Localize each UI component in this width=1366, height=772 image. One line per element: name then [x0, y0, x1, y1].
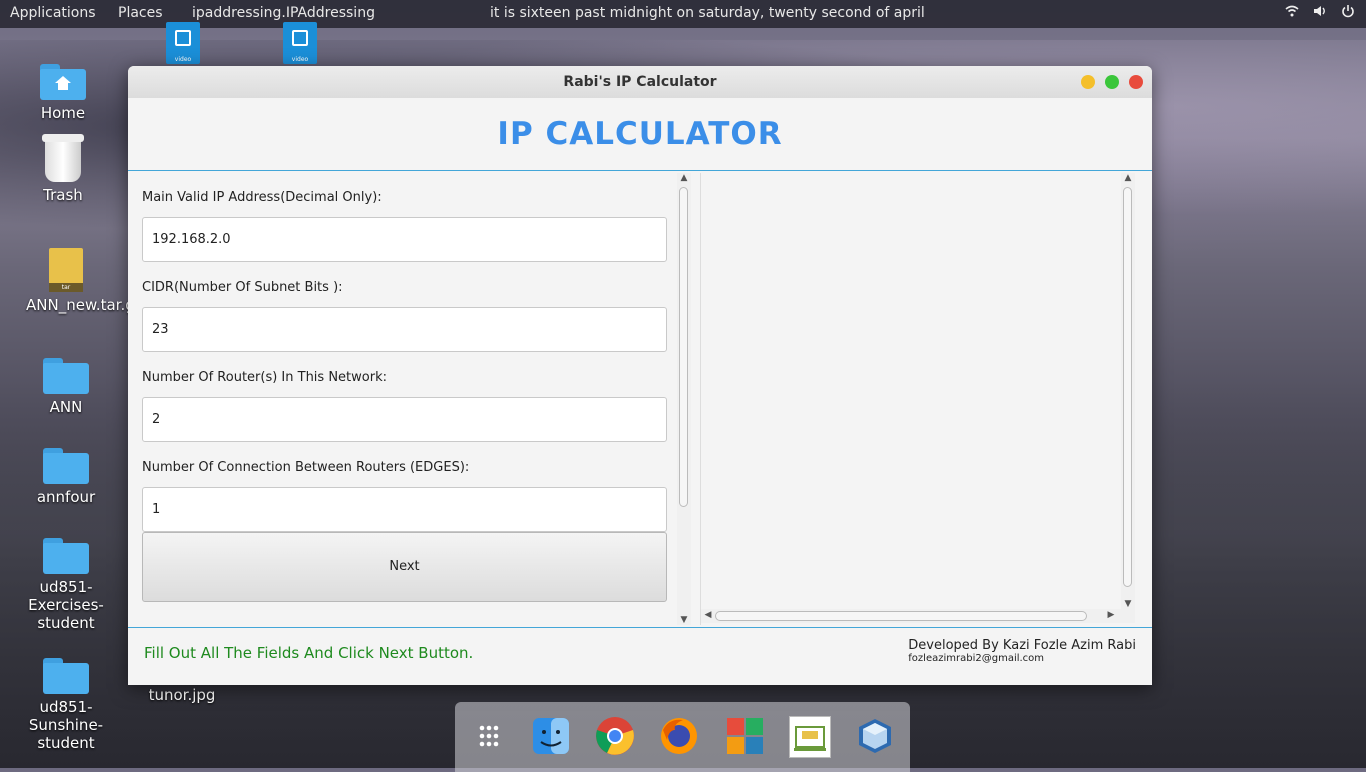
- scrollbar-thumb[interactable]: [679, 187, 688, 507]
- scrollbar-thumb[interactable]: [715, 611, 1087, 621]
- chrome-icon[interactable]: [595, 716, 635, 756]
- clock[interactable]: it is sixteen past midnight on saturday,…: [490, 5, 925, 21]
- status-message: Fill Out All The Fields And Click Next B…: [144, 644, 474, 662]
- desktop-folder-label: ud851-Sunshine-student: [28, 698, 104, 752]
- desktop-home[interactable]: Home: [23, 64, 103, 122]
- minimize-button[interactable]: [1081, 75, 1095, 89]
- active-app-menu[interactable]: ipaddressing.IPAddressing: [192, 5, 375, 21]
- desktop-folder-label: ANN: [49, 398, 83, 416]
- ip-label: Main Valid IP Address(Decimal Only):: [142, 190, 382, 205]
- desktop-folder-ud851-sunshine[interactable]: ud851-Sunshine-student: [26, 658, 106, 752]
- scroll-down-icon[interactable]: ▼: [1121, 599, 1135, 609]
- window-title: Rabi's IP Calculator: [563, 74, 717, 90]
- desktop-folder-ud851-exercises[interactable]: ud851-Exercises-student: [26, 538, 106, 632]
- maximize-button[interactable]: [1105, 75, 1119, 89]
- desktop-tar-label: ANN_new.tar.gz: [26, 296, 143, 314]
- edges-label: Number Of Connection Between Routers (ED…: [142, 460, 470, 475]
- scroll-up-icon[interactable]: ▲: [677, 173, 691, 183]
- desktop-file-tunor[interactable]: tunor.jpg: [142, 686, 222, 704]
- left-vertical-scrollbar[interactable]: ▲ ▼: [677, 173, 691, 625]
- cidr-label: CIDR(Number Of Subnet Bits ):: [142, 280, 343, 295]
- archive-icon: [49, 248, 83, 292]
- routers-input[interactable]: 2: [142, 397, 667, 442]
- virtualbox-icon[interactable]: [855, 716, 895, 756]
- scroll-left-icon[interactable]: ◀: [701, 610, 715, 620]
- developer-email: fozleazimrabi2@gmail.com: [908, 653, 1045, 664]
- places-menu[interactable]: Places: [118, 5, 163, 21]
- desktop-tar-file[interactable]: ANN_new.tar.gz: [26, 248, 143, 314]
- folder-icon: [43, 658, 89, 694]
- right-vertical-scrollbar[interactable]: ▲ ▼: [1121, 173, 1135, 609]
- close-button[interactable]: [1129, 75, 1143, 89]
- scroll-right-icon[interactable]: ▶: [1104, 610, 1118, 620]
- desktop-folder-label: annfour: [36, 488, 96, 506]
- desktop-home-label: Home: [40, 104, 86, 122]
- scrollbar-thumb[interactable]: [1123, 187, 1132, 587]
- folder-icon: [43, 448, 89, 484]
- desktop-trash[interactable]: Trash: [23, 134, 103, 204]
- folder-icon: [43, 538, 89, 574]
- folder-icon: [43, 358, 89, 394]
- input-form-pane: Main Valid IP Address(Decimal Only): 192…: [129, 173, 693, 625]
- scroll-up-icon[interactable]: ▲: [1121, 173, 1135, 183]
- routers-label: Number Of Router(s) In This Network:: [142, 370, 387, 385]
- result-pane: ▲ ▼ ◀ ▶: [700, 173, 1149, 625]
- desktop-folder-annfour[interactable]: annfour: [26, 448, 106, 506]
- scroll-down-icon[interactable]: ▼: [677, 615, 691, 625]
- cidr-input[interactable]: 23: [142, 307, 667, 352]
- wifi-icon[interactable]: [1284, 4, 1300, 20]
- desktop-trash-label: Trash: [43, 186, 83, 204]
- rabis-calculator-icon[interactable]: [789, 716, 831, 758]
- power-icon[interactable]: [1340, 4, 1356, 20]
- developer-credit: Developed By Kazi Fozle Azim Rabi fozlea…: [908, 638, 1136, 664]
- developer-name: Developed By Kazi Fozle Azim Rabi: [908, 638, 1136, 653]
- page-title: IP CALCULATOR: [497, 116, 783, 152]
- tiles-icon[interactable]: [725, 716, 765, 756]
- apps-grid-icon[interactable]: [473, 716, 513, 756]
- video-file-icon[interactable]: video: [166, 22, 200, 64]
- desktop-folder-label: ud851-Exercises-student: [28, 578, 104, 632]
- firefox-icon[interactable]: [659, 716, 699, 756]
- volume-icon[interactable]: [1312, 4, 1328, 20]
- next-button[interactable]: Next: [142, 532, 667, 602]
- top-panel: Applications Places ipaddressing.IPAddre…: [0, 0, 1366, 28]
- right-horizontal-scrollbar[interactable]: ◀ ▶: [701, 609, 1135, 623]
- finder-icon[interactable]: [531, 716, 571, 756]
- status-footer: Fill Out All The Fields And Click Next B…: [128, 628, 1152, 685]
- home-folder-icon: [40, 64, 86, 100]
- desktop-folder-ann[interactable]: ANN: [26, 358, 106, 416]
- app-header: IP CALCULATOR: [128, 98, 1152, 170]
- app-window: Rabi's IP Calculator IP CALCULATOR Main …: [128, 66, 1152, 685]
- trash-icon: [42, 134, 84, 182]
- edges-input[interactable]: 1: [142, 487, 667, 532]
- desktop-file-label: tunor.jpg: [148, 686, 216, 704]
- window-titlebar[interactable]: Rabi's IP Calculator: [128, 66, 1152, 98]
- video-file-icon[interactable]: video: [283, 22, 317, 64]
- applications-menu[interactable]: Applications: [10, 5, 96, 21]
- main-content: Main Valid IP Address(Decimal Only): 192…: [128, 170, 1152, 628]
- ip-address-input[interactable]: 192.168.2.0: [142, 217, 667, 262]
- dock: [455, 702, 910, 772]
